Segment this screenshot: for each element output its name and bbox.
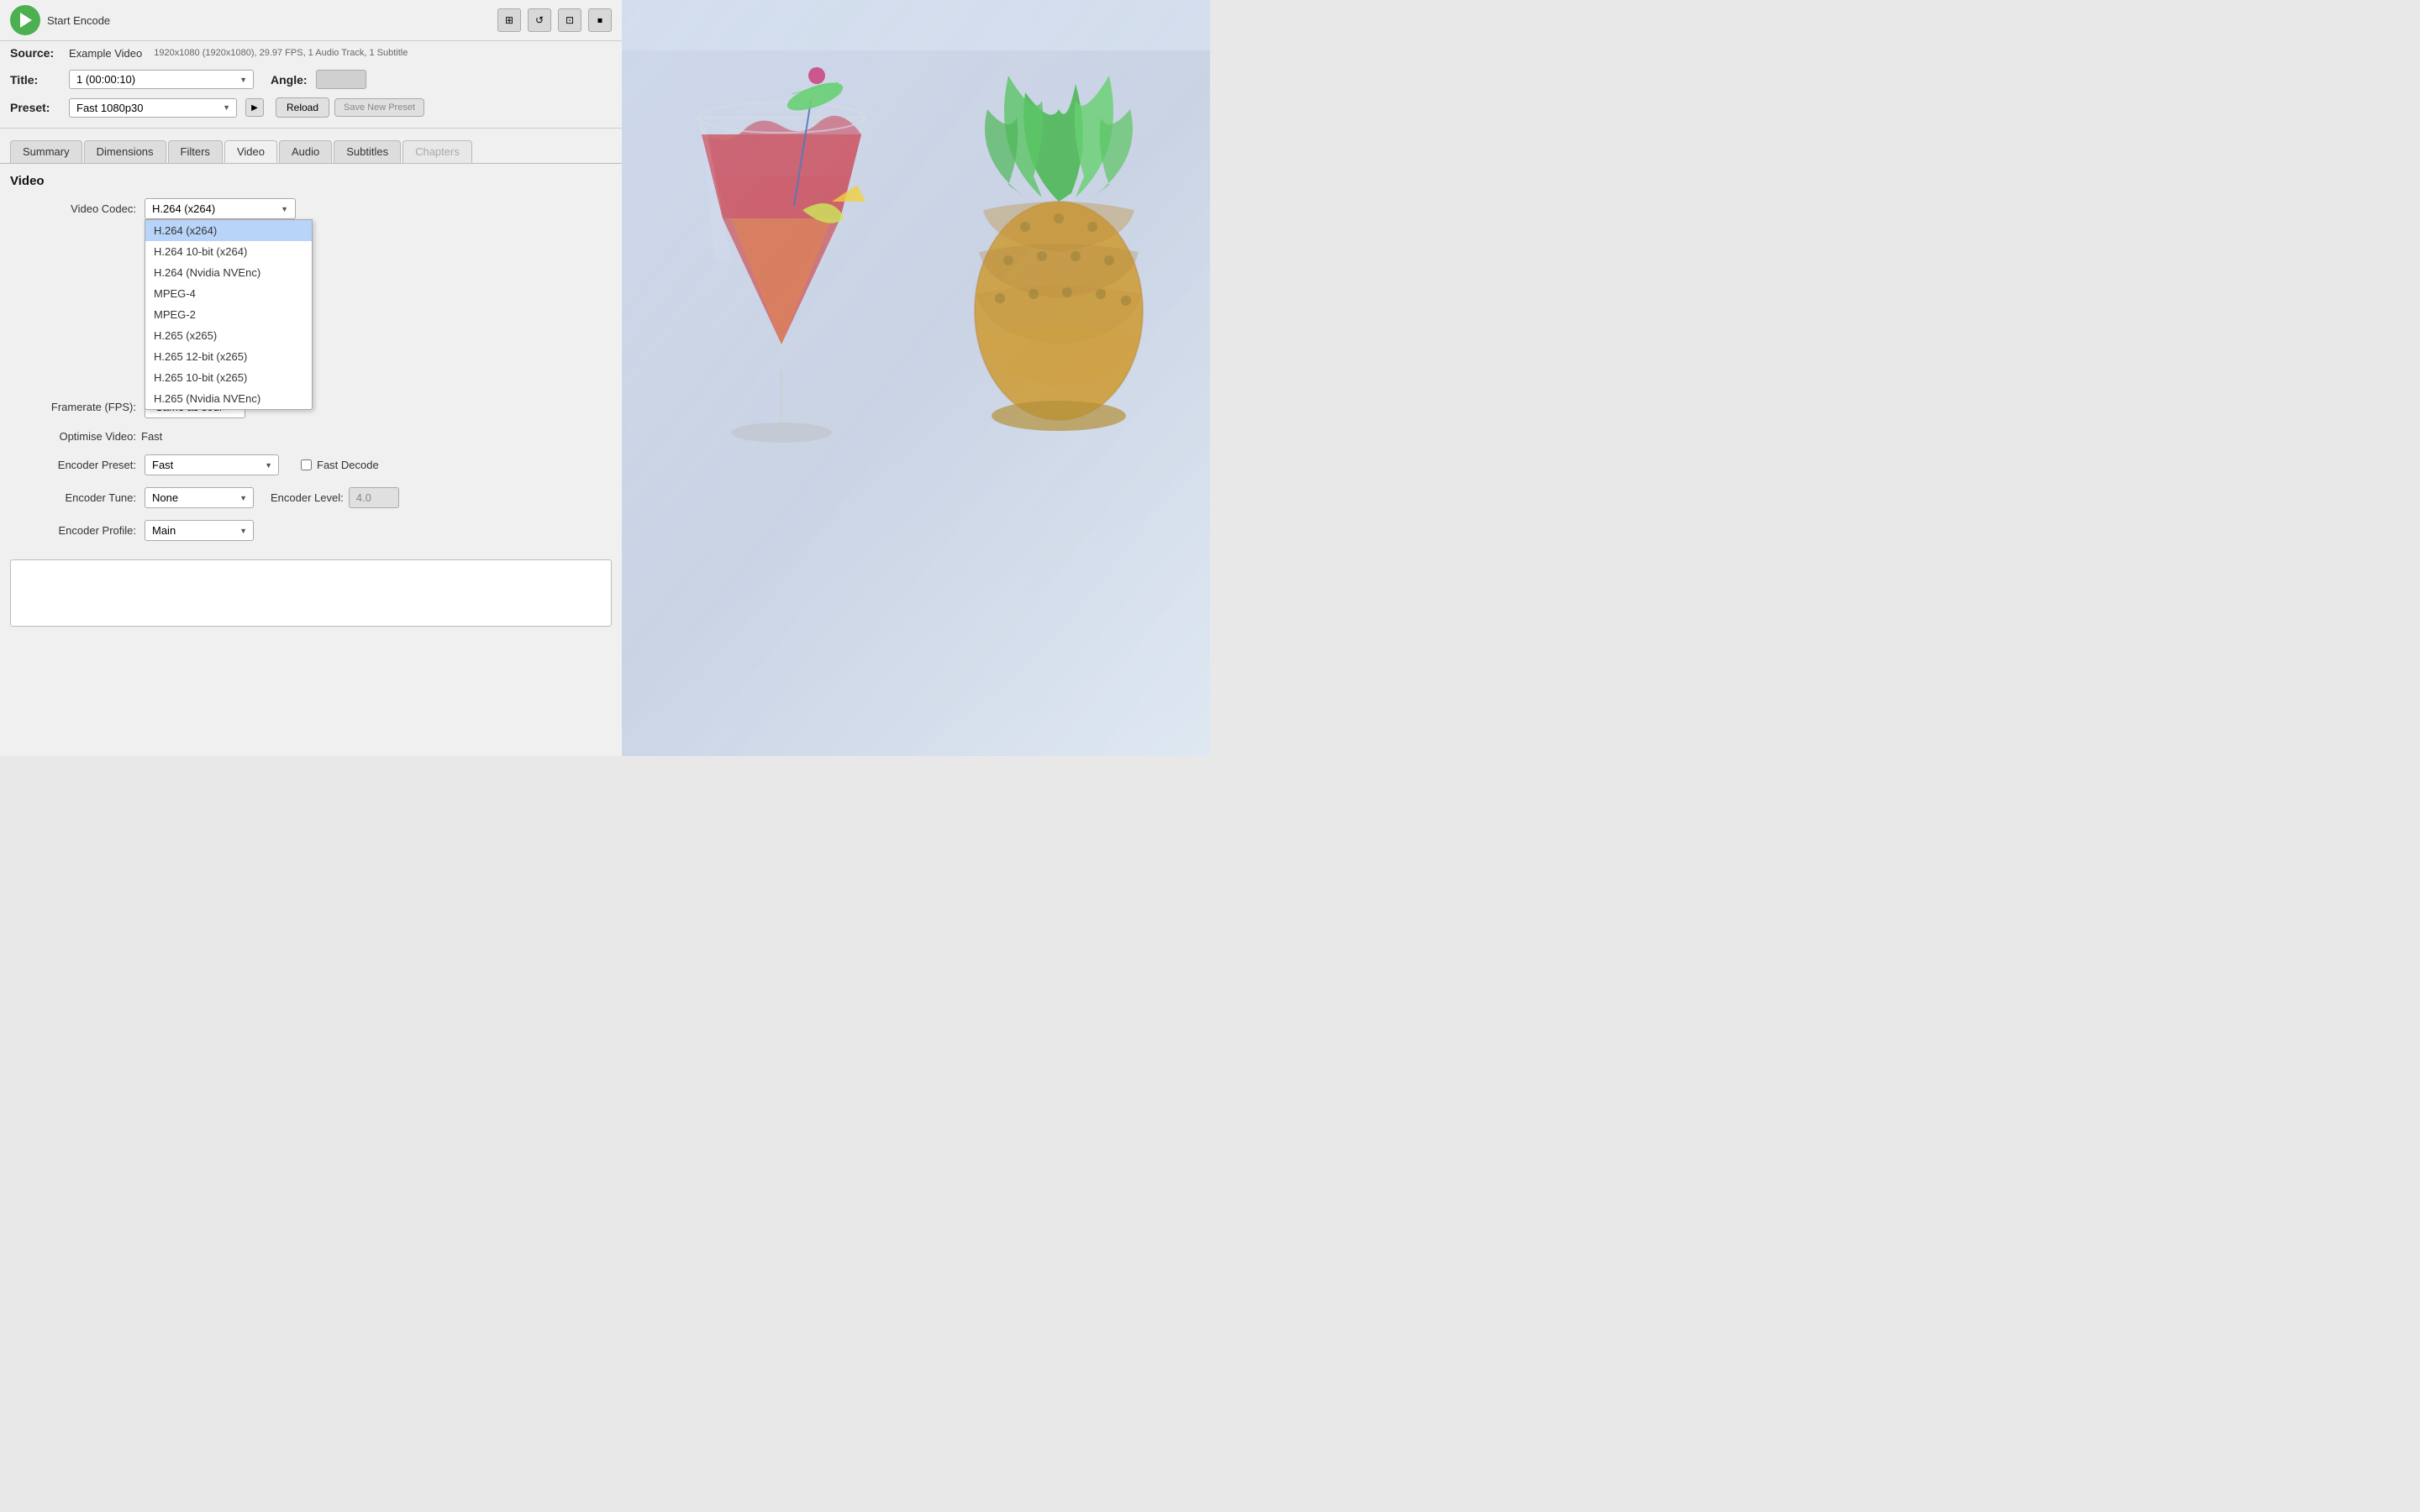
codec-option-h265-nvenc[interactable]: H.265 (Nvidia NVEnc)	[145, 388, 312, 409]
title-label: Title:	[10, 73, 60, 87]
encoder-preset-label: Encoder Preset:	[10, 459, 136, 471]
reload-button[interactable]: Reload	[276, 97, 329, 118]
angle-label: Angle:	[271, 73, 308, 87]
encoder-preset-select[interactable]: Fast	[145, 454, 279, 475]
preset-select-wrapper[interactable]: Fast 1080p30	[69, 98, 237, 118]
toolbar-icon-4[interactable]: ⏹	[588, 8, 612, 32]
preset-expand-button[interactable]: ▶	[245, 98, 264, 117]
start-encode-label: Start Encode	[47, 14, 110, 27]
preset-select[interactable]: Fast 1080p30	[69, 98, 237, 118]
codec-option-h264-nvenc[interactable]: H.264 (Nvidia NVEnc)	[145, 262, 312, 283]
app-window: Start Encode ⊞ ↺ ⊡ ⏹ Source: Example Vid…	[0, 0, 622, 756]
optimise-label: Optimise Video:	[10, 430, 136, 443]
tab-dimensions[interactable]: Dimensions	[84, 140, 166, 163]
codec-option-h265[interactable]: H.265 (x265)	[145, 325, 312, 346]
framerate-label: Framerate (FPS):	[10, 401, 136, 413]
encoder-profile-select[interactable]: Main	[145, 520, 254, 541]
encoder-profile-row: Encoder Profile: Main	[10, 520, 612, 541]
cocktail-glass	[647, 50, 916, 470]
toolbar-icon-2[interactable]: ↺	[528, 8, 551, 32]
optimise-fast-text: Fast	[141, 430, 162, 443]
encoder-level-row: Encoder Level:	[271, 487, 399, 508]
toolbar-icon-1[interactable]: ⊞	[497, 8, 521, 32]
codec-dropdown-menu: H.264 (x264) H.264 10-bit (x264) H.264 (…	[145, 219, 313, 410]
source-value: Example Video	[69, 47, 142, 60]
codec-option-h265-12bit[interactable]: H.265 12-bit (x265)	[145, 346, 312, 367]
tabs-bar: Summary Dimensions Filters Video Audio S…	[0, 135, 622, 164]
codec-label: Video Codec:	[10, 202, 136, 215]
tab-video[interactable]: Video	[224, 140, 277, 163]
encoder-tune-label: Encoder Tune:	[10, 491, 136, 504]
title-input[interactable]	[69, 70, 254, 89]
fast-decode-label: Fast Decode	[317, 459, 379, 471]
encoder-preset-row: Encoder Preset: Fast Fast Decode	[10, 454, 612, 475]
tab-subtitles[interactable]: Subtitles	[334, 140, 401, 163]
tab-filters[interactable]: Filters	[168, 140, 223, 163]
optimise-video-row: Optimise Video: Fast	[10, 430, 612, 443]
tab-summary[interactable]: Summary	[10, 140, 82, 163]
preview-area	[622, 0, 1210, 756]
source-row: Source: Example Video 1920x1080 (1920x10…	[0, 41, 622, 65]
preset-row: Preset: Fast 1080p30 ▶ Reload Save New P…	[0, 94, 622, 121]
encoder-tune-row: Encoder Tune: None Encoder Level:	[10, 487, 612, 508]
codec-option-h264-10bit[interactable]: H.264 10-bit (x264)	[145, 241, 312, 262]
encoder-tune-select-wrapper[interactable]: None	[145, 487, 254, 508]
codec-option-mpeg2[interactable]: MPEG-2	[145, 304, 312, 325]
pineapple	[941, 42, 1176, 479]
codec-select-display[interactable]: H.264 (x264)	[145, 198, 296, 219]
codec-dropdown-wrapper[interactable]: H.264 (x264) H.264 (x264) H.264 10-bit (…	[145, 198, 296, 219]
codec-row: Video Codec: H.264 (x264) H.264 (x264) H…	[10, 198, 612, 219]
preset-label: Preset:	[10, 101, 60, 114]
toolbar-icon-3[interactable]: ⊡	[558, 8, 581, 32]
extra-options-textarea[interactable]	[10, 559, 612, 627]
codec-option-h265-10bit[interactable]: H.265 10-bit (x265)	[145, 367, 312, 388]
start-encode-button[interactable]	[10, 5, 40, 35]
angle-input[interactable]	[316, 70, 366, 89]
codec-option-mpeg4[interactable]: MPEG-4	[145, 283, 312, 304]
content-area: Video Video Codec: H.264 (x264) H.264 (x…	[0, 164, 622, 641]
video-section-title: Video	[10, 174, 612, 188]
title-select-wrapper	[69, 70, 254, 89]
tab-chapters[interactable]: Chapters	[402, 140, 472, 163]
fast-decode-checkbox[interactable]	[301, 459, 312, 470]
encoder-level-label: Encoder Level:	[271, 491, 344, 504]
encoder-level-input[interactable]	[349, 487, 399, 508]
source-label: Source:	[10, 46, 60, 60]
fast-decode-row: Fast Decode	[301, 459, 379, 471]
tab-audio[interactable]: Audio	[279, 140, 332, 163]
play-icon	[20, 13, 32, 28]
encoder-profile-label: Encoder Profile:	[10, 524, 136, 537]
encoder-preset-select-wrapper[interactable]: Fast	[145, 454, 279, 475]
action-buttons: Reload Save New Preset	[276, 97, 424, 118]
top-controls-bar: Start Encode ⊞ ↺ ⊡ ⏹	[0, 0, 622, 41]
source-info: 1920x1080 (1920x1080), 29.97 FPS, 1 Audi…	[154, 48, 408, 58]
codec-option-h264[interactable]: H.264 (x264)	[145, 220, 312, 241]
encoder-profile-select-wrapper[interactable]: Main	[145, 520, 254, 541]
title-row: Title: Angle:	[0, 65, 622, 94]
encoder-tune-select[interactable]: None	[145, 487, 254, 508]
save-preset-button[interactable]: Save New Preset	[334, 98, 424, 117]
